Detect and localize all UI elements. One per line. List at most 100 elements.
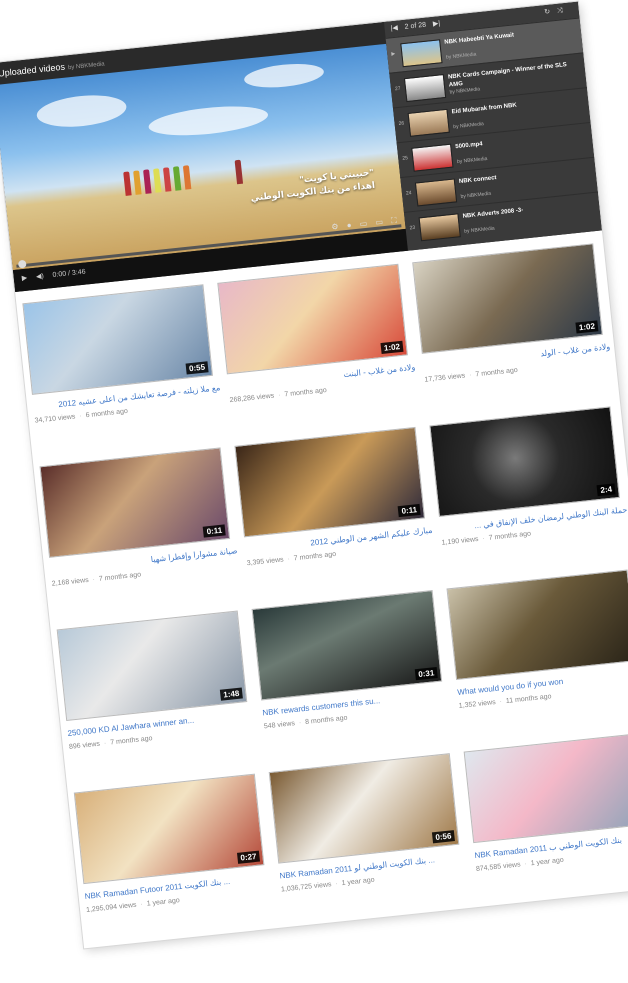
shuffle-icon[interactable]: ⤨ [557, 7, 563, 15]
duration-badge: 1:02 [575, 320, 599, 334]
video-thumbnail[interactable]: 0:56 [268, 753, 460, 864]
upload-age: 7 months ago [475, 366, 519, 379]
playlist-thumbnail [400, 39, 443, 68]
view-count: 34,710 views [34, 413, 76, 425]
duration-badge: 0:31 [414, 667, 438, 681]
meta-separator: · [482, 535, 486, 543]
video-card[interactable]: 1:02 ولادة من غلاب - الولد 17,736 views ·… [412, 243, 612, 384]
figure [123, 171, 132, 196]
meta-separator: · [92, 576, 96, 584]
figure [133, 170, 142, 195]
playlist-item-number: 25 [402, 155, 409, 162]
duration-badge: 0:11 [398, 503, 421, 518]
playlist-item-by: by NBKMedia [453, 121, 485, 131]
video-card[interactable]: 0:56 NBK Ramadan 2011 بنك الكويت الوطني … [268, 752, 469, 893]
video-card[interactable]: 1:02 ولادة من غلاب - البنت 268,286 views… [217, 263, 417, 404]
playlist-item-number: 23 [409, 224, 416, 232]
video-thumbnail[interactable] [446, 569, 628, 681]
upload-age: 7 months ago [293, 550, 337, 563]
player-by[interactable]: by NBKMedia [68, 61, 105, 71]
duration-badge: 0:55 [185, 361, 209, 375]
playlist-item-by: by NBKMedia [460, 190, 492, 200]
playlist-counter: 2 of 28 [404, 21, 427, 31]
figure [162, 167, 172, 192]
settings-icon[interactable]: ⚙ [331, 222, 339, 232]
upload-age: 7 months ago [284, 387, 328, 399]
playlist-item-by: by NBKMedia [456, 155, 488, 166]
cloud [35, 91, 128, 131]
next-icon[interactable]: ▶| [433, 20, 441, 28]
playlist-item-by: by NBKMedia [463, 225, 496, 235]
playlist-item-number: 26 [398, 120, 405, 127]
view-count: 268,286 views [229, 392, 275, 405]
large-player-icon[interactable]: ▭ [375, 217, 383, 227]
player-title[interactable]: Uploaded videos [0, 62, 65, 79]
video-card[interactable]: NBK Ramadan 2011 بنك الكويت الوطني ب 874… [463, 732, 628, 873]
video-card[interactable]: 2:4 حملة البنك الوطني لرمضان خلف الإنفاق… [429, 406, 628, 547]
cloud [243, 60, 325, 91]
video-thumbnail[interactable] [463, 732, 628, 844]
video-thumbnail[interactable]: 0:11 [234, 426, 426, 538]
upload-age: 6 months ago [85, 407, 129, 420]
figure [182, 165, 192, 190]
video-thumbnail[interactable]: 0:11 [39, 447, 231, 558]
upload-age: 1 year ago [530, 856, 565, 868]
duration-badge: 0:56 [431, 830, 455, 844]
view-count: 17,736 views [424, 372, 466, 384]
playlist-item-title: NBK Cards Campaign - Winner of the SLS A… [447, 62, 568, 89]
video-thumbnail[interactable]: 0:31 [251, 590, 443, 701]
video-card[interactable]: 0:27 NBK Ramadan Futoor 2011 بنك الكويت … [73, 773, 274, 914]
video-card[interactable]: 0:55 مع ملا زيلته - فرصة تعايشك من اعلى … [22, 284, 222, 425]
play-icon[interactable]: ▶ [21, 275, 27, 283]
video-thumbnail[interactable]: 1:02 [217, 263, 408, 375]
upload-age: 1 year ago [341, 876, 375, 888]
video-card[interactable]: 0:31 NBK rewards customers this su... 54… [251, 589, 452, 730]
meta-separator: · [78, 412, 83, 420]
playlist-thumbnail [407, 108, 450, 137]
upload-age: 7 months ago [98, 571, 142, 583]
volume-icon[interactable]: ◀) [36, 273, 44, 281]
view-count: 874,585 views [475, 861, 521, 873]
small-player-icon[interactable]: ▭ [359, 219, 367, 229]
meta-separator: · [277, 391, 281, 400]
video-thumbnail[interactable]: 1:02 [412, 243, 603, 354]
duration-badge: 1:02 [380, 340, 404, 355]
youtube-channel-page: Uploaded videos by NBKMedia "حبيبتي يا كو… [0, 1, 628, 949]
loop-icon[interactable]: ↻ [544, 9, 551, 17]
duration-badge: 1:48 [219, 687, 243, 701]
quality-icon[interactable]: ● [346, 221, 352, 230]
playlist-thumbnail [418, 213, 461, 242]
controls-left: ▶ ◀) 0:00 / 3:46 [21, 267, 93, 283]
playlist-thumbnail [414, 178, 458, 207]
upload-age: 7 months ago [109, 735, 153, 747]
view-count: 3,395 views [246, 556, 284, 568]
video-thumbnail[interactable]: 0:27 [73, 773, 265, 885]
video-card[interactable]: 1:48 250,000 KD Al Jawhara winner an... … [56, 610, 257, 751]
video-thumbnail[interactable]: 2:4 [429, 406, 620, 517]
upload-age: 11 months ago [505, 693, 552, 705]
upload-age: 7 months ago [488, 530, 532, 542]
now-playing-icon: ▶ [391, 50, 396, 58]
video-thumbnail[interactable]: 0:55 [22, 284, 213, 395]
meta-separator: · [335, 880, 339, 888]
duration-badge: 0:11 [203, 524, 226, 538]
video-card[interactable]: 0:11 صيانة مشوارا وإفطرا شهيا 2,168 view… [39, 447, 240, 588]
meta-separator: · [524, 860, 528, 868]
meta-separator: · [287, 555, 291, 563]
meta-separator: · [298, 719, 302, 727]
playlist-thumbnail [411, 143, 454, 172]
upload-age: 8 months ago [304, 714, 348, 727]
video-card[interactable]: What would you do if you won 1,352 views… [446, 569, 628, 710]
figure [143, 169, 152, 194]
video-thumbnail[interactable]: 1:48 [56, 610, 248, 722]
figure [153, 168, 162, 193]
playlist-item-by: by NBKMedia [445, 51, 477, 61]
playlist-thumbnail [403, 74, 447, 103]
meta-separator: · [103, 739, 107, 748]
fullscreen-icon[interactable]: ⛶ [391, 216, 398, 226]
view-count: 1,190 views [441, 535, 479, 547]
video-card[interactable]: 0:11 مبارك عليكم الشهر من الوطني 2012 3,… [234, 426, 434, 567]
video-overlay-text: "حبيبتي يا كويت" اهداء من بنك الكويت الو… [249, 166, 376, 205]
prev-icon[interactable]: |◀ [390, 25, 398, 33]
view-count: 1,295,094 views [85, 901, 137, 914]
